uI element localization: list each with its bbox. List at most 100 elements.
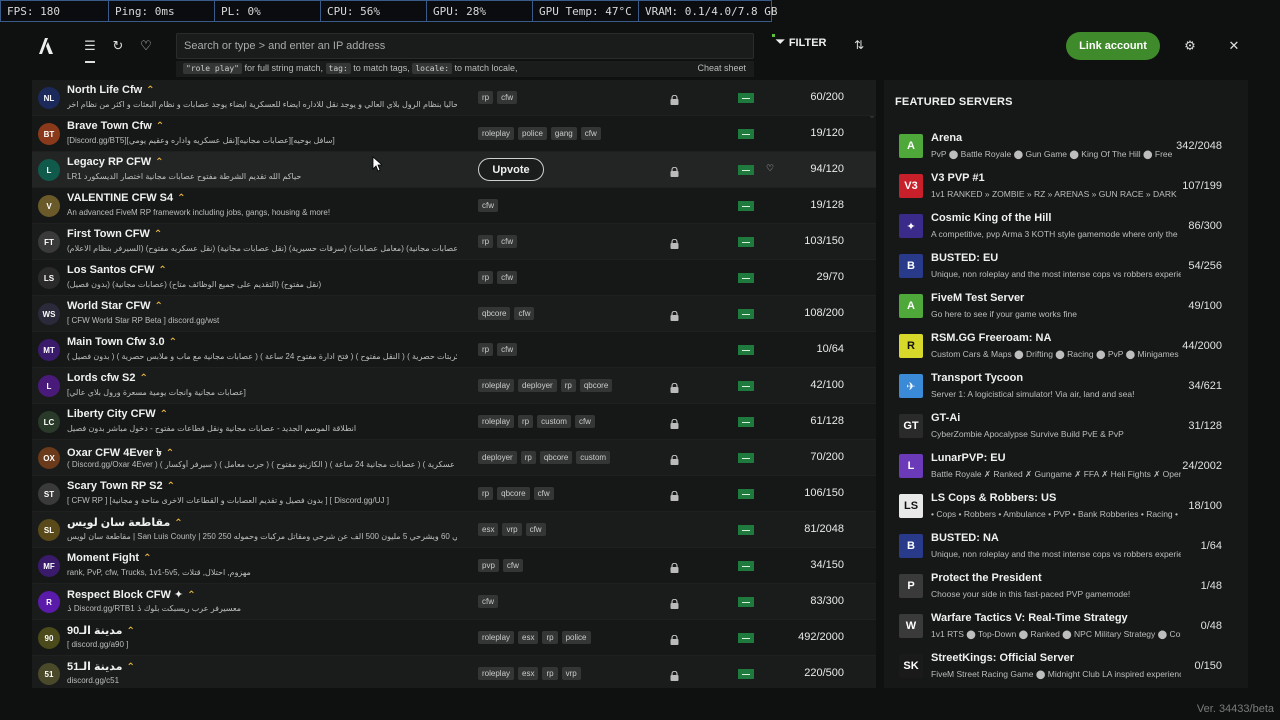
featured-server-item[interactable]: SK StreetKings: Official Server FiveM Stre… [899,644,1239,684]
upvote-button[interactable]: Upvote [478,158,544,181]
sort-icon[interactable]: ⇅ [854,38,864,52]
server-description: [Discord.gg/BT5][نقل عسكريه واداره وعقيم… [67,136,335,145]
server-tag[interactable]: custom [576,451,611,464]
hint-tag-tag: tag: [325,63,351,74]
server-tag[interactable]: cfw [478,199,498,212]
server-tag[interactable]: police [518,127,547,140]
server-tag[interactable]: cfw [497,235,518,248]
server-row[interactable]: LC Liberty City CFW ⌃ انطلاقة الموسم الجديد… [32,404,876,440]
server-icon: R [38,591,60,613]
server-name-text: North Life Cfw [67,84,143,96]
server-tag[interactable]: cfw [497,271,518,284]
server-tag[interactable]: rp [478,271,494,284]
server-tag[interactable]: rp [542,631,558,644]
server-tag[interactable]: cfw [580,127,601,140]
server-name-text: Brave Town Cfw [67,120,152,132]
server-tag[interactable]: qbcore [478,307,511,320]
history-icon[interactable]: ↻ [109,37,127,55]
server-row[interactable]: SL مقاطعة سان لويس ⌃ مقاطعة سان لويس | San … [32,512,876,548]
server-tag[interactable]: pvp [478,559,499,572]
server-tag[interactable]: roleplay [478,667,515,680]
server-tag[interactable]: rp [542,667,558,680]
server-tag[interactable]: cfw [497,91,518,104]
close-icon[interactable]: ✕ [1220,32,1248,60]
server-row[interactable]: MT Main Town Cfw 3.0 ⌃ ( بدون فصيل ) ( عصاب… [32,332,876,368]
featured-server-item[interactable]: L LunarPVP: EU Battle Royale ✗ Ranked ✗ Gu… [899,444,1239,484]
featured-server-item[interactable]: P Protect the President Choose your side i… [899,564,1239,604]
server-row[interactable]: MF Moment Fight ⌃ rank, PvP, cfw, Trucks, 1… [32,548,876,584]
server-tag[interactable]: rp [478,343,494,356]
server-row[interactable]: 90 مدينة الـ90 ⌃ [ discord.gg/a90 ] roleplay… [32,620,876,656]
featured-server-item[interactable]: GT GT-Ai CyberZombie Apocalypse Survive Bu… [899,404,1239,444]
heart-icon[interactable]: ♡ [137,37,155,55]
featured-server-item[interactable]: ✈ Transport Tycoon Server 1: A logicistica… [899,364,1239,404]
server-tag[interactable]: cfw [574,415,595,428]
featured-server-item[interactable]: LS LS Cops & Robbers: US • Cops • Robbers … [899,484,1239,524]
server-row[interactable]: V VALENTINE CFW S4 ⌃ An advanced FiveM RP f… [32,188,876,224]
server-row[interactable]: ST Scary Town RP S2 ⌃ [ CFW RP ] [بدون فصيل… [32,476,876,512]
server-tag[interactable]: rp [520,451,536,464]
server-tag[interactable]: rp [478,487,494,500]
server-tag[interactable]: cfw [514,307,535,320]
server-tag[interactable]: qbcore [497,487,530,500]
featured-server-item[interactable]: ✦ Cosmic King of the Hill A competitive, p… [899,204,1239,244]
server-tag[interactable]: qbcore [579,379,613,392]
server-tag[interactable]: esx [478,523,499,536]
server-tag[interactable]: gang [550,127,577,140]
featured-server-item[interactable]: B BUSTED: EU Unique, non roleplay and the … [899,244,1239,284]
server-tag[interactable]: police [561,631,591,644]
server-row[interactable]: OX Oxar CFW 4Ever ৳ ⌃( Discord.gg/Oxar 4Ev… [32,440,876,476]
server-tag[interactable]: cfw [533,487,554,500]
favorite-heart-icon[interactable]: ♡ [766,163,774,174]
server-row[interactable]: L Legacy RP CFW ⌃ LR1 حياكم الله تقديم الشر… [32,152,876,188]
server-row[interactable]: L Lords cfw S2 ⌃ [عصابات مجانية وانجات يومي… [32,368,876,404]
server-icon: L [38,159,60,181]
server-row[interactable]: R Respect Block CFW ✦ ⌃ ۮ Discord.gg/RTB1 م… [32,584,876,620]
server-tag[interactable]: roleplay [478,631,515,644]
server-tag[interactable]: roleplay [478,415,515,428]
boost-icon: ⌃ [158,265,167,276]
server-row[interactable]: LS Los Santos CFW ⌃ (بدون فصيل) (عصابات مجا… [32,260,876,296]
server-row[interactable]: BT Brave Town Cfw ⌃ [Discord.gg/BT5][نقل عس… [32,116,876,152]
server-tag[interactable]: vrp [561,667,581,680]
featured-server-item[interactable]: A FiveM Test Server Go here to see if your… [899,284,1239,324]
server-tag[interactable]: qbcore [539,451,573,464]
server-tag[interactable]: vrp [502,523,522,536]
featured-server-item[interactable]: R RSM.GG Freeroam: NA Custom Cars & Maps ⬤… [899,324,1239,364]
server-tag[interactable]: esx [518,667,539,680]
featured-server-item[interactable]: A Arena PvP ⬤ Battle Royale ⬤ Gun Game ⬤ K… [899,124,1239,164]
server-row[interactable]: FT First Town CFW ⌃ (السيرفر بنظام الاعلام)… [32,224,876,260]
link-account-button[interactable]: Link account [1066,32,1160,60]
server-tag[interactable]: deployer [478,451,517,464]
server-row[interactable]: NL North Life Cfw ⌃ السيرفر حاليا بنظام الر… [32,80,876,116]
featured-server-item[interactable]: V3 V3 PVP #1 1v1 RANKED » ZOMBIE » RZ » AR… [899,164,1239,204]
server-tag[interactable]: esx [518,631,539,644]
server-tag[interactable]: deployer [518,379,557,392]
featured-server-icon: ✈ [899,374,923,398]
cheat-sheet-link[interactable]: Cheat sheet [697,63,746,73]
server-row[interactable]: WS World Star CFW ⌃ [ CFW World Star RP Bet… [32,296,876,332]
player-count: 19/120 [810,127,844,139]
featured-server-item[interactable]: B BUSTED: NA Unique, non roleplay and the … [899,524,1239,564]
gear-icon[interactable]: ⚙ [1176,32,1204,60]
server-tag[interactable]: custom [537,415,571,428]
search-input[interactable] [177,34,753,58]
filter-button[interactable]: ⏷ FILTER [776,36,827,49]
list-icon[interactable]: ☰ [81,37,99,63]
server-tag[interactable]: cfw [525,523,546,536]
hint-text: for full string match, [241,63,326,73]
server-icon: FT [38,231,60,253]
server-tag[interactable]: roleplay [478,127,515,140]
server-tag[interactable]: roleplay [478,379,515,392]
featured-server-item[interactable]: W Warfare Tactics V: Real-Time Strategy 1v… [899,604,1239,644]
server-tag[interactable]: cfw [502,559,523,572]
server-tags: roleplay police gang cfw [478,127,601,140]
server-tag[interactable]: rp [478,235,494,248]
server-tag[interactable]: rp [560,379,576,392]
server-tag[interactable]: rp [518,415,534,428]
server-row[interactable]: 51 مدينة الـ51 ⌃ discord.gg/c51 roleplay esx r… [32,656,876,688]
fivem-logo-icon[interactable] [36,36,56,56]
server-tag[interactable]: cfw [497,343,518,356]
server-tag[interactable]: cfw [478,595,498,608]
server-tag[interactable]: rp [478,91,494,104]
